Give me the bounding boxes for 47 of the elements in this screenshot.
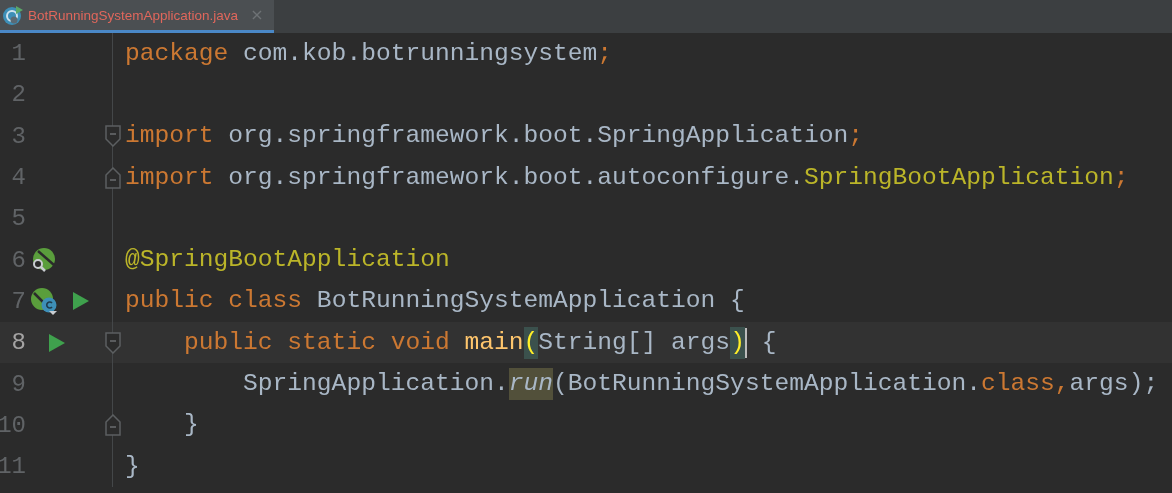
code-text: (BotRunningSystemApplication.	[553, 369, 982, 400]
line-number: 8	[11, 329, 26, 357]
method-name: main	[464, 327, 524, 358]
bean-magnifier-icon	[30, 247, 56, 274]
code-text: com.kob.botrunningsystem	[242, 38, 598, 69]
code-text: SpringApplication.	[242, 369, 509, 400]
keyword: ;	[597, 38, 613, 69]
line-number: 7	[11, 287, 26, 315]
keyword: import	[125, 121, 214, 152]
class-icon	[2, 4, 24, 26]
text-cursor	[744, 327, 747, 358]
line-number: 1	[11, 40, 26, 68]
method-call: run	[508, 368, 553, 400]
line-number: 2	[11, 81, 26, 109]
matched-parenthesis: )	[730, 326, 745, 359]
line-number: 9	[11, 370, 26, 398]
annotation: SpringBootApplication	[803, 162, 1114, 193]
code-text: BotRunningSystemApplication {	[315, 286, 745, 317]
fold-icon	[105, 414, 121, 437]
code-text: }	[183, 410, 199, 441]
keyword: class,	[981, 369, 1070, 400]
keyword: package	[125, 38, 229, 69]
fold-icon	[105, 331, 121, 354]
code-text: {	[760, 327, 777, 358]
run-icon[interactable]	[48, 332, 66, 353]
line-number: 4	[11, 164, 26, 192]
line-number: 6	[11, 246, 26, 274]
code-text: String[] args	[538, 327, 731, 358]
code-text: }	[125, 451, 140, 482]
fold-icon	[105, 125, 121, 148]
matched-parenthesis: (	[523, 326, 539, 359]
close-icon[interactable]: ×	[250, 7, 264, 23]
bean-class-icon	[30, 287, 60, 316]
keyword: import	[125, 162, 214, 193]
line-number: 5	[11, 205, 26, 233]
line-number: 3	[11, 122, 26, 150]
annotation: @SpringBootApplication	[125, 245, 450, 276]
keyword: public class	[125, 286, 303, 317]
code-text: args);	[1069, 369, 1159, 400]
keyword: ;	[1113, 162, 1129, 193]
code-text: org.springframework.boot.SpringApplication	[227, 121, 849, 152]
run-icon[interactable]	[72, 291, 90, 312]
editor-tab[interactable]: BotRunningSystemApplication.java ×	[0, 0, 274, 33]
fold-icon	[105, 166, 121, 189]
keyword: public static void	[183, 327, 451, 358]
code-text: org.springframework.boot.autoconfigure.	[227, 162, 804, 193]
keyword: ;	[848, 121, 863, 152]
